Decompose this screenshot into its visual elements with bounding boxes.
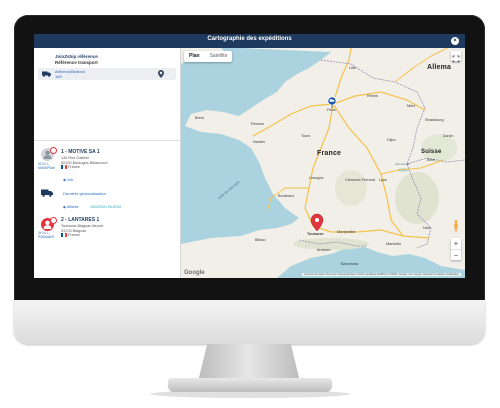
- stop-name[interactable]: 1 - MOTIVE SA 1: [61, 149, 100, 155]
- map-label-marseille: Marseille: [386, 242, 402, 246]
- map-label-reims: Reims: [367, 94, 378, 98]
- zoom-control: + −: [451, 238, 461, 260]
- app-window: Cartographie des expéditions × JoinZship…: [34, 34, 465, 278]
- zoom-out-button[interactable]: −: [451, 249, 461, 261]
- stop-status-badge: [50, 217, 57, 224]
- truck-icon: [41, 189, 53, 197]
- map-label-toulouse: Toulouse: [307, 232, 324, 236]
- google-logo: Google: [184, 270, 205, 276]
- map-label-andorra: Andorre: [317, 248, 331, 252]
- fullscreen-button[interactable]: [451, 51, 461, 63]
- title-bar: Cartographie des expéditions ×: [34, 34, 465, 48]
- eye-icon: ◉: [63, 178, 67, 182]
- stop-meta: 3t 0.0 L P/0K5ab/G: [38, 231, 55, 239]
- map-label-clermont: Clermont-Ferrand: [345, 178, 375, 182]
- country-line: France: [61, 165, 108, 170]
- map-view[interactable]: France Allema Suisse Paris Toulouse Lyon…: [181, 48, 465, 278]
- view-link-label: Voir: [67, 178, 74, 182]
- country-name: France: [68, 233, 80, 238]
- fullscreen-icon: [452, 55, 460, 63]
- map-label-brest: Brest: [195, 116, 204, 120]
- map-label-bilbao: Bilbao: [255, 238, 266, 242]
- close-button[interactable]: ×: [451, 37, 459, 45]
- window-title: Cartographie des expéditions: [207, 36, 292, 42]
- map-label-switzerland: Suisse: [421, 149, 442, 155]
- map-label-dijon: Dijon: [387, 138, 396, 142]
- map-label-germany: Allema: [427, 64, 452, 71]
- country-line: France: [61, 233, 103, 238]
- show-geolocation-link[interactable]: ◆ Afficher: [63, 205, 79, 209]
- map-label-barcelona: Barcelona: [341, 262, 359, 266]
- map-label-france: France: [317, 150, 342, 157]
- map-label-metz: Metz: [407, 104, 416, 108]
- map-label-lille: Lille: [349, 66, 356, 70]
- stop-meta: 3t 0.0 L M46/0P5ab: [38, 162, 55, 170]
- monitor-chin: [14, 300, 485, 344]
- massif-central-terrain: [335, 170, 367, 206]
- stop-meta-line: M46/0P5ab: [38, 165, 55, 170]
- truck-icon: [42, 71, 51, 77]
- map-label-nantes: Nantes: [253, 140, 266, 144]
- map-label-lake: Lac Léman: [395, 162, 410, 166]
- map-marker-icon: ◆: [63, 205, 66, 209]
- country-name: France: [68, 165, 80, 170]
- alps-terrain: [395, 172, 439, 224]
- stop-status-badge: [50, 147, 57, 154]
- map-label-bordeaux: Bordeaux: [278, 194, 295, 198]
- map-attribution[interactable]: Raccourcis clavier Données cartographiqu…: [302, 273, 461, 276]
- tab-plan[interactable]: Plan: [184, 51, 205, 62]
- show-link-label: Afficher: [66, 205, 79, 209]
- stop-meta-line: P/0K5ab/G: [38, 234, 55, 239]
- address-line: Toulouse-Blagnac Airport: [61, 224, 104, 228]
- reference-block: JoinZship référence Référence transport: [55, 54, 98, 65]
- france-flag-icon: [61, 233, 67, 237]
- map-label-bern: Bern: [427, 158, 436, 162]
- street-view-pegman-icon[interactable]: [453, 220, 459, 232]
- map-canvas: [181, 48, 465, 278]
- map-label-montpellier: Montpellier: [337, 230, 356, 234]
- map-label-rennes: Rennes: [251, 122, 265, 126]
- monitor-stand-neck: [198, 344, 300, 380]
- reference-line-2: Référence transport: [55, 60, 98, 65]
- monitor-stand-base: [168, 378, 332, 392]
- zoom-in-button[interactable]: +: [451, 238, 461, 249]
- reference-line-1: JoinZship référence: [55, 54, 98, 59]
- tab-satellite[interactable]: Satellite: [205, 51, 233, 62]
- map-label-limoges: Limoges: [309, 176, 324, 180]
- france-flag-icon: [61, 165, 67, 169]
- locate-pin-icon[interactable]: [158, 70, 164, 78]
- transport-row[interactable]: Arthemu/Beabrol 165: [38, 68, 176, 80]
- map-label-strasbourg: Strasbourg: [425, 118, 444, 122]
- transport-number: 165: [55, 74, 62, 79]
- view-link[interactable]: ◉ Voir: [63, 178, 73, 182]
- geolocation-label: Dernière géolocalisation: [63, 191, 106, 196]
- map-label-zurich: Zurich: [443, 134, 454, 138]
- map-label-nice: Nice: [423, 226, 431, 230]
- map-label-paris: Paris: [327, 108, 336, 112]
- stop-address: Toulouse-Blagnac Airport 31703 Blagnac F…: [61, 224, 103, 238]
- shipment-panel: JoinZship référence Référence transport …: [34, 48, 181, 278]
- stop-address: 145 Rue Gallieni 92100 Boulogne-Billanco…: [61, 156, 108, 170]
- map-type-switcher: Plan Satellite: [184, 51, 233, 62]
- map-label-lyon: Lyon: [379, 178, 388, 182]
- stop-name[interactable]: 2 - LANTARES 1: [61, 217, 99, 223]
- map-label-tours: Tours: [301, 134, 311, 138]
- section-divider: [34, 140, 180, 141]
- pyrenees-terrain: [293, 238, 369, 250]
- geolocation-time: 16/02/2021 05:20:52: [90, 205, 122, 209]
